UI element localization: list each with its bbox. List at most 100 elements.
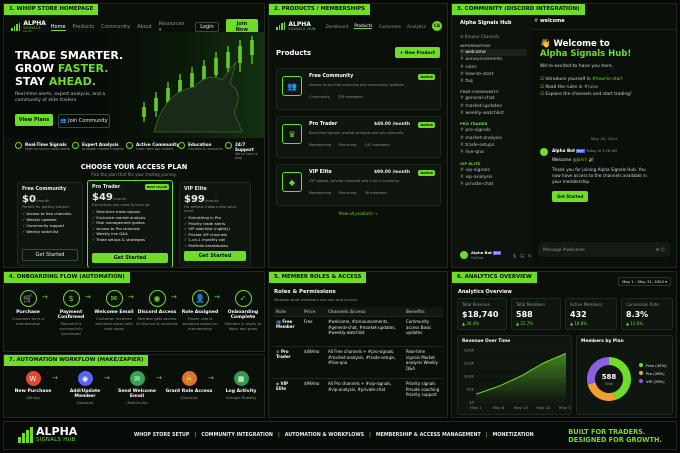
- nav-about[interactable]: About: [137, 24, 152, 30]
- step-desc: (Whop): [26, 395, 40, 400]
- nav-products[interactable]: Products: [354, 23, 373, 29]
- product-card[interactable]: 👥 Free Community Active Access to our fr…: [276, 68, 441, 110]
- roles-subtitle: Manage what members can see and access.: [274, 297, 359, 302]
- get-started-button[interactable]: Get Started: [552, 191, 589, 202]
- plan-feature: VIP watchlist (nightly): [188, 226, 230, 232]
- arrow-right-icon: →: [208, 374, 214, 382]
- hero-line-1: TRADE SMARTER.: [15, 49, 124, 62]
- channel-item[interactable]: # trade-setups: [460, 142, 527, 149]
- plan-get-started-button[interactable]: Get Started: [184, 251, 246, 261]
- channel-item[interactable]: # vip-analysis: [460, 174, 527, 181]
- footer-item: MONETIZATION: [492, 433, 534, 438]
- date-range-select[interactable]: May 1 – May 31, 2024 ▾: [618, 277, 671, 286]
- nav-analytics[interactable]: Analytics: [407, 24, 426, 29]
- plus-icon[interactable]: ⊕ ☺: [656, 242, 665, 257]
- message-text: Welcome: [552, 157, 573, 162]
- plan-price: $99: [184, 194, 205, 205]
- logo-bars-icon: [276, 22, 286, 30]
- kpi-label: Conversion Rate: [626, 302, 659, 307]
- revenue-chart-card: Revenue Over Time $20K $15K $10K $5K $0 May 1…: [457, 335, 572, 415]
- kpi-label: Total Revenue: [462, 302, 491, 307]
- step-link[interactable]: #rules: [584, 85, 598, 90]
- hero-section: TRADE SMARTER. GROW FASTER. STAY AHEAD. …: [4, 32, 264, 138]
- channel-item[interactable]: # rules: [460, 64, 527, 71]
- education-icon: [178, 142, 185, 149]
- view-all-products-link[interactable]: View all products →: [269, 211, 447, 216]
- step-link[interactable]: #how-to-start: [592, 77, 623, 82]
- plan-card-vip: VIP Elite $99/month For serious traders …: [179, 182, 251, 266]
- footer-tagline: BUILT FOR TRADERS. DESIGNED FOR GROWTH.: [568, 428, 662, 444]
- panel-analytics: 6. ANALYTICS OVERVIEW Analytics Overview…: [451, 271, 677, 418]
- join-community-button[interactable]: 👥 Join Community: [58, 114, 110, 128]
- chart-title: Members by Plan: [581, 339, 624, 344]
- server-name[interactable]: Alpha Signals Hub: [460, 20, 527, 26]
- avatar[interactable]: [460, 251, 468, 259]
- people-icon: 👥: [60, 118, 69, 124]
- step-icon: ◉: [148, 290, 166, 307]
- channel-item[interactable]: # how-to-start: [460, 71, 527, 78]
- nav-customers[interactable]: Customers: [378, 24, 401, 29]
- user-status: Online: [471, 255, 484, 260]
- nav-dashboard[interactable]: Dashboard: [326, 24, 349, 29]
- table-row[interactable]: ◆ VIP Elite $99/mo All Pro channels + #vip…: [273, 379, 443, 409]
- brand-logo[interactable]: ALPHASIGNALS HUB: [276, 21, 316, 31]
- tagline-1: BUILT FOR TRADERS.: [568, 428, 646, 436]
- nav-home[interactable]: Home: [50, 24, 66, 31]
- mention[interactable]: @John! 🎉: [573, 157, 595, 162]
- headphones-icon[interactable]: 🎧: [520, 253, 525, 258]
- role-price: $99/mo: [304, 381, 320, 386]
- plan-features: ✓ Access to free channels ✓ Weekly updat…: [22, 211, 78, 235]
- legend-swatch: [639, 371, 643, 375]
- table-row[interactable]: 👥 Free Member Free #welcome, #announcement…: [273, 317, 443, 347]
- gear-icon[interactable]: ⚙: [528, 253, 531, 258]
- channel-item[interactable]: # private-chat: [460, 181, 527, 188]
- product-card[interactable]: ♛ Pro Trader $49.00 /month Active Real-t…: [276, 116, 441, 158]
- new-product-button[interactable]: + New Product: [394, 47, 440, 58]
- channel-item[interactable]: # weekly-watchlist: [460, 110, 527, 117]
- channel-item[interactable]: # announcements: [460, 56, 527, 63]
- footer-logo[interactable]: ALPHA SIGNALS HUB: [18, 426, 77, 443]
- view-plans-button[interactable]: View Plans: [15, 114, 53, 126]
- channel-item[interactable]: # market-updates: [460, 103, 527, 110]
- status-badge: Active: [418, 74, 435, 80]
- plan-get-started-button[interactable]: Get Started: [22, 249, 78, 261]
- step-desc: Proper role is assigned based on members…: [182, 316, 218, 331]
- feature-desc: Courses & resources: [188, 147, 223, 151]
- mic-icon[interactable]: 🎙: [512, 253, 517, 258]
- arrow-right-icon: →: [85, 293, 91, 301]
- channel-label: pro-signals: [465, 128, 491, 134]
- user-bar: Alpha Bot BOT Online 🎙 🎧 ⚙: [460, 250, 531, 260]
- channel-item[interactable]: # market-analysis: [460, 135, 527, 142]
- channel-item[interactable]: # faq: [460, 78, 527, 85]
- arrow-right-icon: →: [104, 374, 110, 382]
- channel-item[interactable]: # welcome: [460, 49, 527, 57]
- crown-icon: ♛: [282, 124, 302, 144]
- diamond-icon: ◆: [282, 172, 302, 192]
- table-row[interactable]: ♛ Pro Trader $49/mo All Free channels + #p…: [273, 347, 443, 379]
- channel-item[interactable]: # vip-signals: [460, 167, 527, 174]
- nav-products[interactable]: Products: [73, 24, 95, 30]
- kpi-value: 432: [570, 310, 587, 319]
- message-input[interactable]: Message #welcome ⊕ ☺: [538, 242, 670, 257]
- pie-legend: Free (45%) Pro (26%) VIP (29%): [639, 362, 667, 386]
- nav-community[interactable]: Community: [101, 24, 130, 30]
- step-icon: 🛒: [19, 290, 37, 307]
- avatar[interactable]: CA: [432, 21, 442, 31]
- channel-sections: INFORMATION # welcome # announcements # rul…: [460, 43, 527, 188]
- arrow-right-icon: →: [156, 374, 162, 382]
- product-card[interactable]: ◆ VIP Elite $99.00 /month Active VIP sig…: [276, 164, 441, 206]
- product-desc: Access to our free channels and communit…: [309, 83, 405, 87]
- channel-item[interactable]: # pro-signals: [460, 127, 527, 134]
- channel-label: vip-analysis: [465, 174, 493, 180]
- plan-name: Free Community: [22, 187, 67, 192]
- footer-item: COMMUNITY INTEGRATION: [201, 433, 273, 438]
- channel-label: weekly-watchlist: [465, 111, 504, 117]
- browse-channels[interactable]: ☰ Browse Channels: [460, 34, 527, 39]
- plan-get-started-button[interactable]: Get Started: [92, 253, 168, 263]
- login-button[interactable]: Login: [195, 22, 219, 32]
- status-badge: Active: [418, 122, 435, 128]
- channel-item[interactable]: # live-qna: [460, 149, 527, 156]
- product-billing: Recurring: [339, 191, 357, 195]
- channel-item[interactable]: # general-chat: [460, 95, 527, 102]
- channel-label: live-qna: [465, 150, 484, 156]
